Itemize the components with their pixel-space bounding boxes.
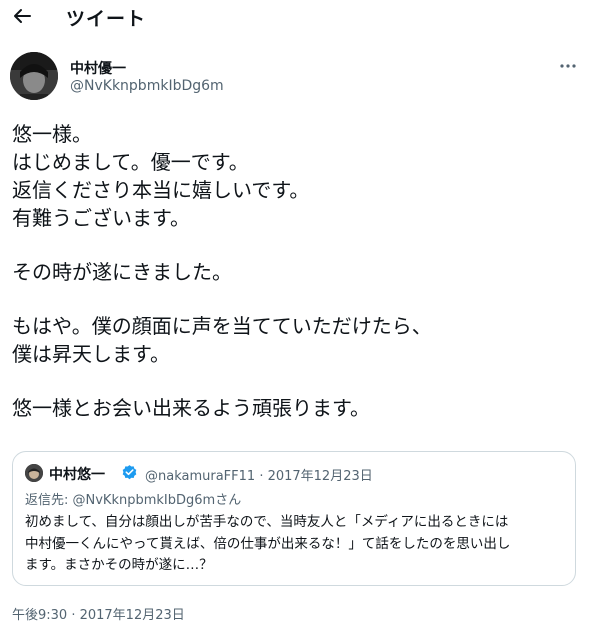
author-handle[interactable]: @NvKknpbmkIbDg6m [70, 78, 224, 94]
reply-context: 返信先: @NvKknpbmkIbDg6mさん [25, 489, 241, 508]
quoted-author-avatar [25, 464, 43, 482]
tweet-line: その時が遂にきました。 [12, 260, 232, 284]
tweet-line: もはや。僕の顔面に声を当てていただけたら、 [12, 314, 432, 338]
tweet-line: 返信くださり本当に嬉しいです。 [12, 178, 310, 202]
tweet-line: 僕は昇天します。 [12, 342, 170, 366]
tweet-line: はじめまして。優一です。 [12, 150, 249, 174]
author-name[interactable]: 中村優一 [70, 58, 126, 78]
quoted-line: 初めまして、自分は顔出しが苦手なので、当時友人と「メディアに出るときには [25, 514, 509, 530]
quoted-text: 初めまして、自分は顔出しが苦手なので、当時友人と「メディアに出るときには 中村優… [25, 512, 570, 577]
author-avatar[interactable] [10, 52, 58, 100]
tweet-line: 悠一様とお会い出来るよう頑張ります。 [12, 396, 370, 420]
quoted-line: ます。まさかその時が遂に…？ [25, 557, 213, 573]
quoted-line: 中村優一くんにやって貰えば、倍の仕事が出来るな！」て話をしたのを思い出し [25, 535, 511, 552]
quoted-handle-date: @nakamuraFF11 · 2017年12月23日 [145, 469, 373, 484]
verified-badge-icon [122, 465, 137, 480]
more-horizontal-icon [560, 64, 576, 68]
tweet-line: 悠一様。 [12, 122, 92, 146]
tweet-timestamp[interactable]: 午後9:30 · 2017年12月23日 [12, 604, 185, 623]
avatar-image [10, 52, 58, 100]
quoted-tweet[interactable]: 中村悠一 @nakamuraFF11 · 2017年12月23日 返信先: @N… [12, 451, 576, 586]
reply-prefix: 返信先: [25, 493, 73, 508]
tweet-line: 有難うございます。 [12, 206, 190, 230]
quoted-author-name: 中村悠一 [49, 467, 105, 483]
back-button[interactable] [8, 2, 36, 30]
reply-handle-link[interactable]: @NvKknpbmkIbDg6mさん [73, 493, 242, 508]
page-title: ツイート [66, 8, 147, 30]
quoted-avatar-image [25, 464, 43, 482]
more-button[interactable] [556, 56, 580, 76]
arrow-left-icon [14, 9, 31, 23]
top-bar: ツイート [0, 0, 593, 32]
tweet-text: 悠一様。 はじめまして。優一です。 返信くださり本当に嬉しいです。 有難うござい… [12, 120, 582, 422]
